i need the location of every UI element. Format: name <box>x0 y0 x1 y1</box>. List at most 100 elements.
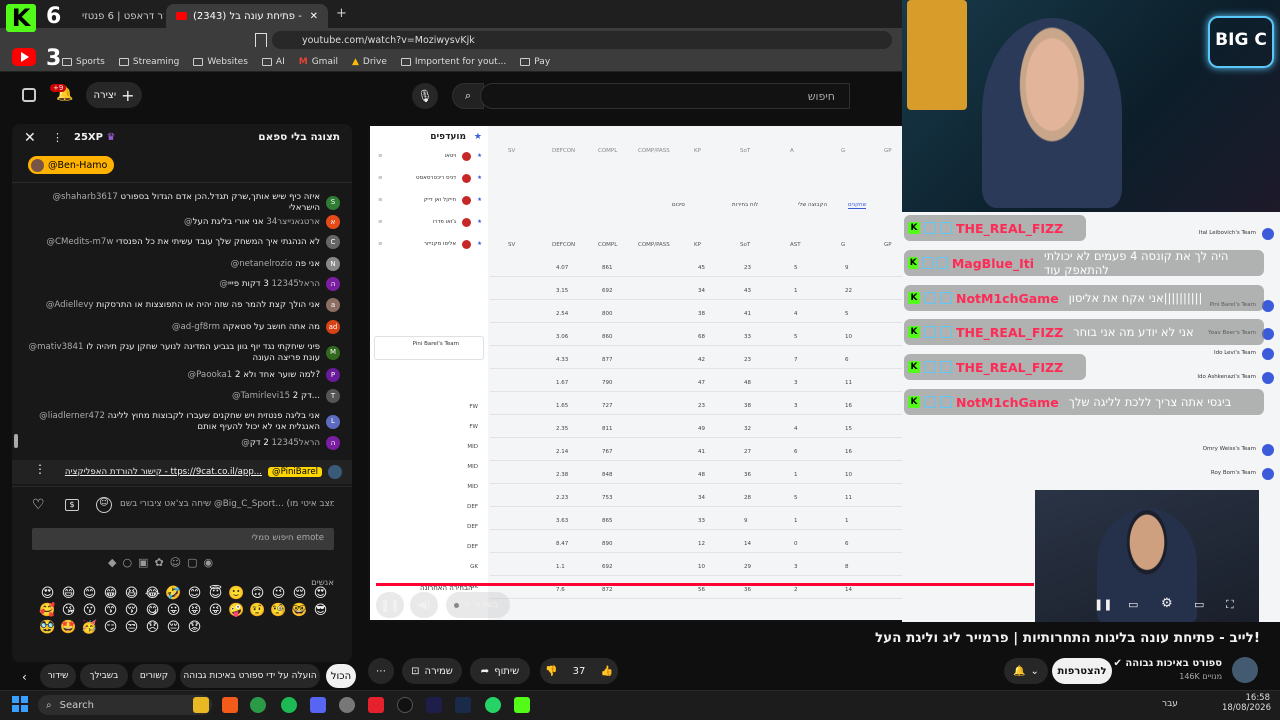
file-explorer-icon[interactable] <box>193 697 209 713</box>
emoji[interactable]: 😇 <box>206 586 225 601</box>
emoji[interactable]: 🥰 <box>38 603 57 618</box>
fullscreen-icon[interactable]: ⛶ <box>1226 598 1234 612</box>
chip-uploaded-by[interactable]: הועלה על ידי ספורט באיכות גבוהה <box>180 664 320 688</box>
bookmark-ai[interactable]: AI <box>261 57 285 67</box>
drag-handle-icon[interactable]: ≡ <box>378 197 383 203</box>
chat-message[interactable]: L @liadlerner472 אני בליגה פנטזית ויש שחק… <box>20 411 340 432</box>
share-button[interactable]: ➦ שיתוף <box>470 658 530 684</box>
emoji[interactable]: 😝 <box>185 603 204 618</box>
like-icon[interactable]: 👍 <box>600 666 612 677</box>
more-actions-icon[interactable]: ⋯ <box>368 658 394 684</box>
opera-icon[interactable] <box>368 697 384 713</box>
emoji[interactable]: 😞 <box>143 620 162 635</box>
emoji[interactable]: 😄 <box>59 586 78 601</box>
emoji[interactable]: 😍 <box>311 586 330 601</box>
brave-icon[interactable] <box>222 697 238 713</box>
join-button[interactable]: להצטרפות <box>1052 658 1112 684</box>
dislike-icon[interactable]: 👎 <box>545 666 557 677</box>
emote-search-input[interactable]: חיפוש סמלי emote <box>32 528 334 550</box>
emoji-category-bar[interactable]: ◆○▣✿☺▢◉ <box>108 556 219 569</box>
bookmark-gmail[interactable]: M Gmail <box>299 57 338 67</box>
emoji[interactable]: 🤩 <box>59 620 78 635</box>
settings-gear-icon[interactable]: ⚙ <box>1161 596 1173 611</box>
tab-draft-room[interactable]: חדר דראפט | 6 פנטזי <box>72 4 164 28</box>
bookmark-websites[interactable]: Websites <box>193 57 248 67</box>
emoji[interactable]: 🧐 <box>269 603 288 618</box>
taskbar-search[interactable]: ⌕ Search <box>38 695 212 715</box>
bookmark-star-icon[interactable] <box>255 33 267 47</box>
team-selector[interactable]: Pini Barel's Team <box>374 336 484 360</box>
bookmark-pay[interactable]: Pay <box>520 57 550 67</box>
emoji[interactable]: 😌 <box>290 586 309 601</box>
emoji[interactable]: 😔 <box>164 620 183 635</box>
more-options-icon[interactable]: ⋮ <box>34 462 46 476</box>
pause-icon[interactable]: ❚❚ <box>376 592 404 618</box>
emoji[interactable]: 🥳 <box>80 620 99 635</box>
chevron-left-icon[interactable]: ‹ <box>22 670 27 684</box>
more-options-icon[interactable]: ⋮ <box>52 131 63 144</box>
pinned-message[interactable]: @PiniBarel קישור להורדת האפליקציה - ttps… <box>12 460 352 484</box>
spotify-icon[interactable] <box>281 697 297 713</box>
create-button[interactable]: יצירה + <box>86 82 142 108</box>
favorite-player-row[interactable]: ≡ ג'ואו פדרו ★ <box>378 214 482 230</box>
microphone-icon[interactable]: 🎙 <box>412 83 438 109</box>
drag-handle-icon[interactable]: ≡ <box>378 241 383 247</box>
emoji[interactable]: 😂 <box>143 586 162 601</box>
emoji[interactable]: 😟 <box>185 620 204 635</box>
chip-for-you[interactable]: בשבילך <box>80 664 128 688</box>
sheet-tab[interactable]: הקבוצה שלי <box>798 202 827 208</box>
emoji[interactable]: 🥸 <box>38 620 57 635</box>
save-button[interactable]: ⊡ שמירה <box>402 658 462 684</box>
chip-live[interactable]: שידור <box>40 664 76 688</box>
chat-message[interactable]: T @Tamirlevi15 2 דק... <box>20 389 340 403</box>
pinned-user-badge[interactable]: @Ben-Hamo <box>28 156 114 174</box>
emoji[interactable]: 😘 <box>59 603 78 618</box>
settings-gear-icon[interactable] <box>339 697 355 713</box>
live-badge[interactable]: בשידור חי <box>446 592 510 618</box>
whatsapp-icon[interactable] <box>485 697 501 713</box>
progress-bar[interactable] <box>376 583 1034 586</box>
star-icon[interactable]: ★ <box>477 175 482 181</box>
theater-mode-icon[interactable]: ▭ <box>1194 598 1204 611</box>
drag-handle-icon[interactable]: ≡ <box>378 175 383 181</box>
windows-start-icon[interactable] <box>12 696 28 712</box>
subtitles-icon[interactable]: ▭ <box>1128 598 1138 611</box>
avatar[interactable] <box>22 88 36 102</box>
chat-message[interactable]: ה @הראל12345 2 דק <box>20 436 340 450</box>
emoji[interactable]: 😒 <box>122 620 141 635</box>
clock[interactable]: 16:58 18/08/2026 <box>1222 693 1271 713</box>
emoji-icon[interactable]: ☺ <box>96 497 112 513</box>
bookmark-sports[interactable]: Sports <box>62 57 105 67</box>
chat-message[interactable]: א @ארטגאנייצר34 אני אורי בליגת העל <box>20 215 340 229</box>
chat-message[interactable]: ad @ad-gf8rm מה אתה חושב על סטאקה <box>20 320 340 334</box>
team-row[interactable]: Roy Bom's Team <box>1211 470 1256 476</box>
emoji[interactable]: 😎 <box>311 603 330 618</box>
emoji[interactable]: 🤣 <box>164 586 183 601</box>
team-row[interactable]: Omry Weiss's Team <box>1203 446 1256 452</box>
favorite-player-row[interactable]: ≡ ויטאו ★ <box>378 148 482 164</box>
star-icon[interactable]: ★ <box>477 241 482 247</box>
emoji[interactable]: 🙃 <box>248 586 267 601</box>
emoji[interactable]: 😍 <box>38 586 57 601</box>
chat-mode-dropdown[interactable]: תצוגה בלי ספאם <box>258 131 340 143</box>
emoji[interactable]: 🙂 <box>227 586 246 601</box>
emoji[interactable]: 😏 <box>101 620 120 635</box>
super-chat-icon[interactable]: $ <box>65 499 79 511</box>
emoji[interactable]: 😚 <box>122 603 141 618</box>
chat-input[interactable]: שיחה בצ'אט ציבורי בשם @Big_C_Sport... (מ… <box>120 499 334 509</box>
kick-icon[interactable] <box>514 697 530 713</box>
subscribe-bell-button[interactable]: 🔔 ⌄ <box>1004 658 1048 684</box>
emoji[interactable]: 😙 <box>101 603 120 618</box>
star-icon[interactable]: ★ <box>477 197 482 203</box>
chat-message[interactable]: N @netanelrozio אני פה <box>20 257 340 271</box>
premiere-icon[interactable] <box>426 697 442 713</box>
emoji[interactable]: 😊 <box>185 586 204 601</box>
chrome-icon[interactable] <box>250 697 266 713</box>
channel-avatar[interactable] <box>1232 657 1258 683</box>
obs-icon[interactable] <box>397 697 413 713</box>
chat-message[interactable]: ה @הראל12345 3 דקות פייי <box>20 277 340 291</box>
sheet-tab[interactable]: שחקנים <box>848 202 867 209</box>
volume-icon[interactable]: ◀) <box>410 592 438 618</box>
emoji[interactable]: 😊 <box>80 586 99 601</box>
heart-icon[interactable]: ♡ <box>32 497 45 513</box>
